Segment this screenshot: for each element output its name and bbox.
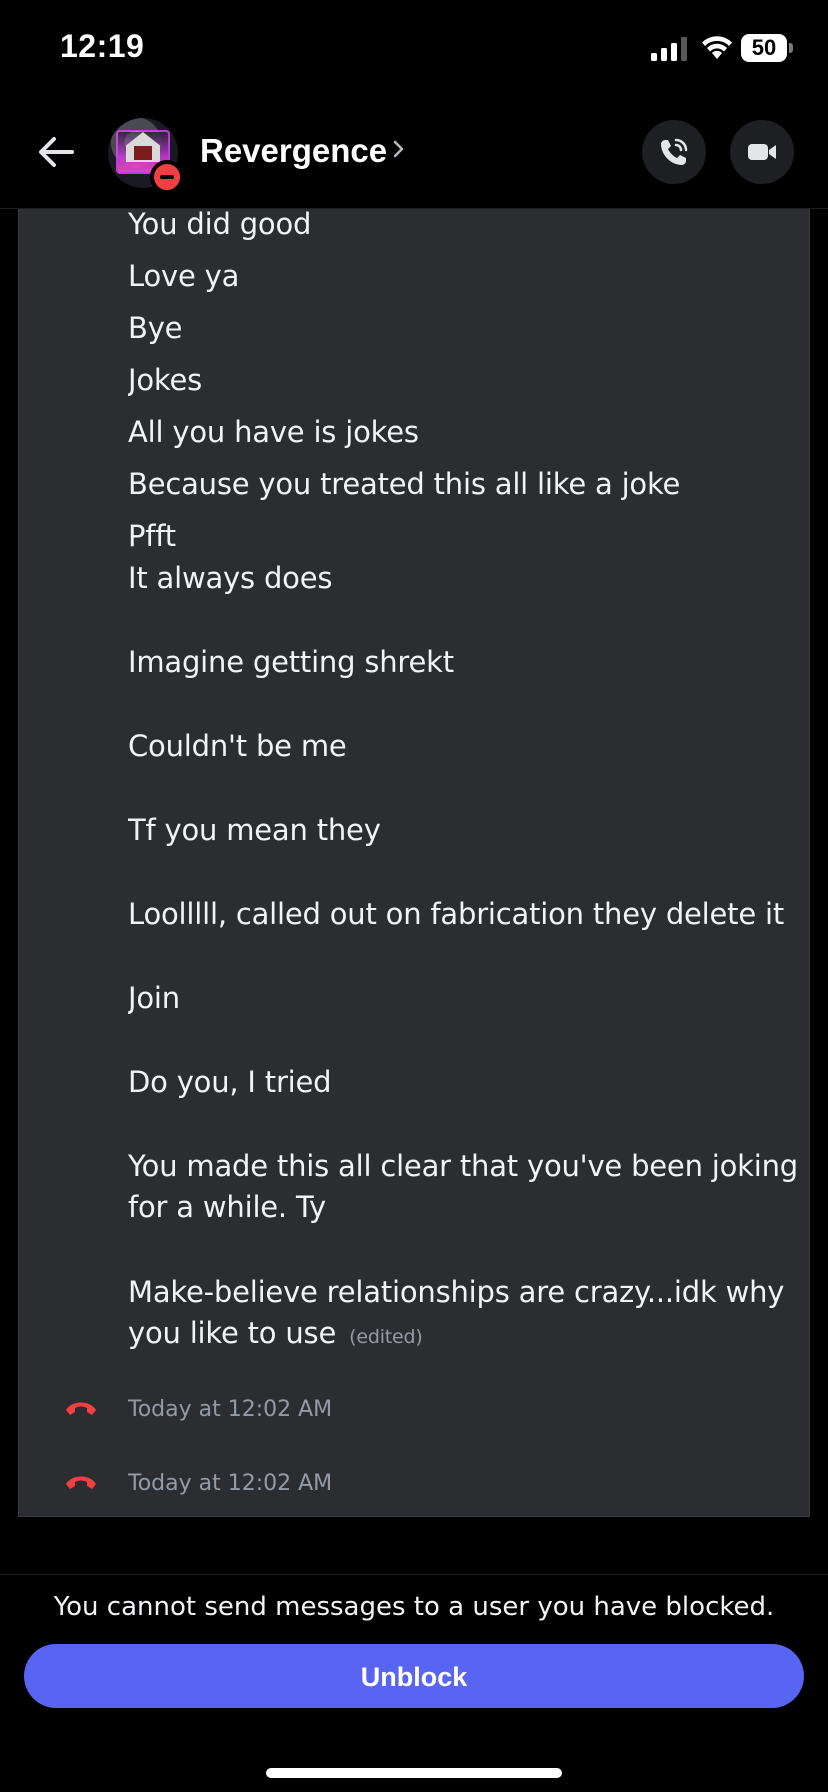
message-text: Do you, I tried xyxy=(128,1065,332,1099)
message-body: Make-believe relationships are crazy...i… xyxy=(128,1275,785,1350)
message-text: Jokes xyxy=(128,363,203,397)
voice-call-button[interactable] xyxy=(642,120,706,184)
blocked-divider xyxy=(0,1574,828,1575)
call-log-entry: Today at 12:02 AM xyxy=(0,1390,828,1430)
message-text: Tf you mean they xyxy=(128,813,381,847)
message-text: It always does xyxy=(128,561,333,595)
blocked-status-icon xyxy=(150,160,184,194)
blocked-notice: You cannot send messages to a user you h… xyxy=(53,1592,775,1622)
missed-call-icon xyxy=(66,1476,96,1489)
edited-label: (edited) xyxy=(349,1326,423,1348)
message-text: You did good xyxy=(128,207,312,241)
battery-indicator: 50 xyxy=(741,34,787,62)
message-text: All you have is jokes xyxy=(128,415,419,449)
home-indicator[interactable] xyxy=(266,1768,562,1778)
channel-header: Revergence xyxy=(0,100,828,209)
message-text: Couldn't be me xyxy=(128,729,347,763)
phone-call-icon xyxy=(661,138,688,165)
battery-tip xyxy=(789,43,793,53)
message-text: Because you treated this all like a joke xyxy=(128,467,681,501)
back-arrow-icon[interactable] xyxy=(34,130,78,174)
cellular-signal-icon xyxy=(651,37,687,61)
message-text: Make-believe relationships are crazy...i… xyxy=(128,1272,814,1356)
video-camera-icon xyxy=(748,144,776,160)
wifi-icon xyxy=(702,36,732,59)
unblock-button[interactable]: Unblock xyxy=(24,1644,804,1708)
message-text: Love ya xyxy=(128,259,240,293)
message-text: You made this all clear that you've been… xyxy=(128,1149,799,1224)
chevron-right-icon[interactable] xyxy=(392,138,406,160)
status-bar: 12:19 50 xyxy=(0,0,828,100)
call-log-entry: Today at 12:02 AM xyxy=(0,1464,828,1504)
message-text: Pfft xyxy=(128,519,176,553)
status-time: 12:19 xyxy=(60,28,145,64)
missed-call-icon xyxy=(66,1402,96,1415)
avatar-house-window xyxy=(134,146,152,160)
message-text: Bye xyxy=(128,311,183,345)
message-text: Imagine getting shrekt xyxy=(128,645,454,679)
channel-name[interactable]: Revergence xyxy=(200,132,387,170)
call-timestamp: Today at 12:02 AM xyxy=(128,1397,333,1422)
video-call-button[interactable] xyxy=(730,120,794,184)
call-timestamp: Today at 12:02 AM xyxy=(128,1471,333,1496)
message-text: Loolllll, called out on fabrication they… xyxy=(128,897,785,931)
message-text: Join xyxy=(128,981,180,1015)
